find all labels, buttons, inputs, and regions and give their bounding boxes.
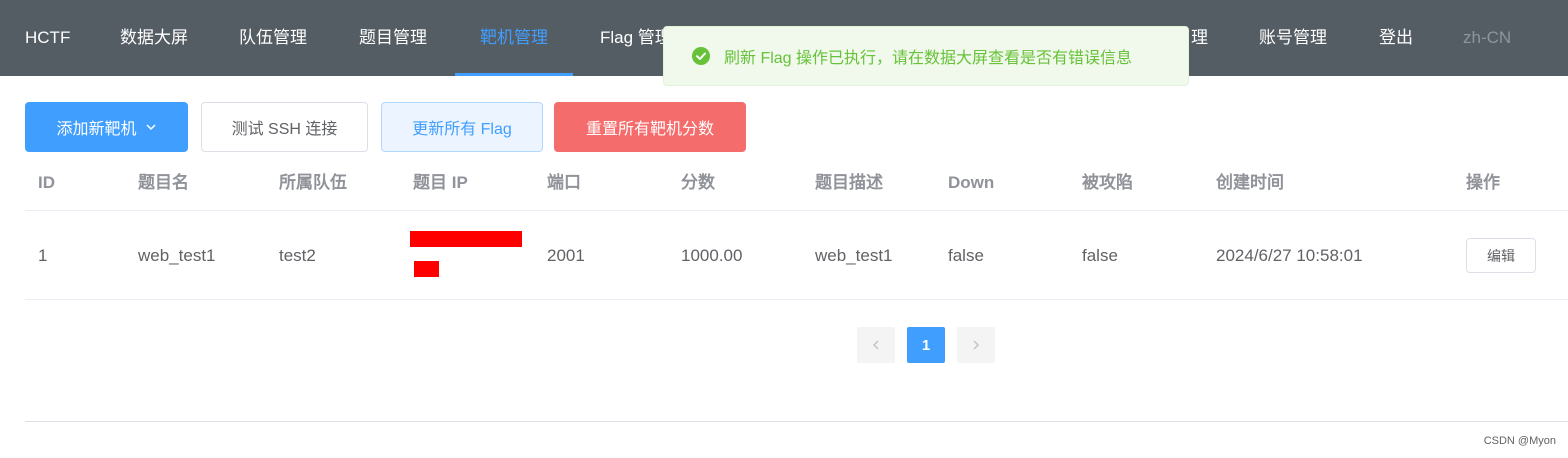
nav-item-targets[interactable]: 靶机管理 — [455, 0, 573, 76]
nav-item-flags[interactable]: Flag 管理 — [600, 0, 672, 76]
column-header-port[interactable]: 端口 — [547, 165, 581, 201]
footer-divider — [25, 421, 1568, 422]
cell-team: test2 — [279, 246, 316, 265]
column-header-ip[interactable]: 题目 IP — [413, 165, 468, 201]
redacted-ip-mark — [410, 231, 522, 247]
chevron-right-icon — [973, 340, 980, 350]
test-ssh-button[interactable]: 测试 SSH 连接 — [201, 102, 368, 152]
redacted-ip-mark-2 — [414, 261, 439, 277]
watermark: CSDN @Myon⁠ — [1483, 435, 1556, 447]
column-header-created[interactable]: 创建时间 — [1216, 165, 1284, 201]
table-header-divider — [25, 210, 1568, 211]
cell-pwned: false — [1082, 246, 1118, 265]
add-target-label: 添加新靶机 — [56, 121, 137, 138]
column-header-name[interactable]: 题目名 — [138, 165, 189, 201]
update-all-flags-button[interactable]: 更新所有 Flag — [381, 102, 543, 152]
cell-port: 2001 — [547, 246, 585, 265]
cell-name: web_test1 — [138, 246, 216, 265]
edit-button[interactable]: 编辑 — [1466, 238, 1536, 273]
nav-item-teams[interactable]: 队伍管理 — [239, 0, 307, 76]
pagination-prev-button[interactable] — [857, 327, 895, 363]
column-header-actions: 操作 — [1466, 173, 1500, 192]
nav-lang-switch[interactable]: zh-CN — [1463, 0, 1511, 76]
reset-scores-button[interactable]: 重置所有靶机分数 — [554, 102, 746, 152]
cell-created: 2024/6/27 10:58:01 — [1216, 246, 1363, 265]
chevron-left-icon — [872, 340, 879, 350]
cell-down: false — [948, 246, 984, 265]
nav-item-challenges[interactable]: 题目管理 — [359, 0, 427, 76]
cell-score: 1000.00 — [681, 246, 743, 265]
table-row-divider — [25, 299, 1568, 300]
toast-message: 刷新 Flag 操作已执行，请在数据大屏查看是否有错误信息 — [724, 50, 1133, 67]
column-header-id[interactable]: ID — [38, 165, 55, 201]
nav-item-accounts[interactable]: 账号管理 — [1259, 0, 1327, 76]
column-header-score[interactable]: 分数 — [681, 165, 715, 201]
column-header-down[interactable]: Down — [948, 165, 994, 201]
cell-id: 1 — [38, 246, 48, 265]
nav-item-logout[interactable]: 登出 — [1379, 0, 1413, 76]
nav-brand[interactable]: HCTF — [25, 0, 70, 76]
chevron-down-icon — [145, 124, 156, 131]
nav-item-hidden-management[interactable]: 理 — [1191, 0, 1208, 76]
pagination-next-button[interactable] — [957, 327, 995, 363]
column-header-description[interactable]: 题目描述 — [815, 165, 883, 201]
check-circle-icon — [692, 47, 710, 65]
pagination-page-1[interactable]: 1 — [907, 327, 945, 363]
cell-description: web_test1 — [815, 246, 893, 265]
column-header-team[interactable]: 所属队伍 — [279, 165, 347, 201]
column-header-pwned[interactable]: 被攻陷 — [1082, 165, 1133, 201]
success-toast: 刷新 Flag 操作已执行，请在数据大屏查看是否有错误信息 — [663, 26, 1189, 86]
add-target-button[interactable]: 添加新靶机 — [25, 102, 188, 152]
nav-item-dashboard[interactable]: 数据大屏 — [120, 0, 188, 76]
